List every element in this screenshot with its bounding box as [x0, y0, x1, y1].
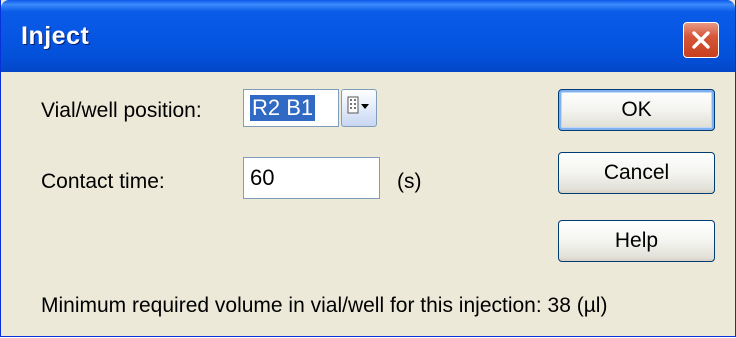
- vial-position-dropdown-button[interactable]: [341, 89, 377, 127]
- dialog-title: Inject: [21, 22, 90, 50]
- close-button[interactable]: [683, 22, 719, 58]
- contact-time-label: Contact time:: [41, 170, 165, 193]
- contact-time-value: 60: [250, 165, 275, 190]
- grid-dropdown-icon: [346, 95, 372, 122]
- dialog-body: Vial/well position: R2 B1 Contact time: …: [1, 72, 735, 336]
- title-bar[interactable]: Inject: [1, 0, 735, 72]
- minimum-volume-message: Minimum required volume in vial/well for…: [41, 294, 608, 317]
- inject-dialog: Inject Vial/well position: R2 B1 Contact…: [0, 0, 736, 337]
- vial-position-value: R2 B1: [250, 95, 316, 121]
- close-icon: [690, 29, 712, 51]
- contact-time-unit: (s): [397, 170, 422, 193]
- cancel-button[interactable]: Cancel: [558, 152, 715, 194]
- vial-position-input[interactable]: R2 B1: [243, 89, 339, 127]
- help-button[interactable]: Help: [558, 220, 715, 262]
- contact-time-input[interactable]: 60: [243, 157, 380, 199]
- ok-button[interactable]: OK: [558, 89, 715, 131]
- vial-position-label: Vial/well position:: [41, 99, 202, 122]
